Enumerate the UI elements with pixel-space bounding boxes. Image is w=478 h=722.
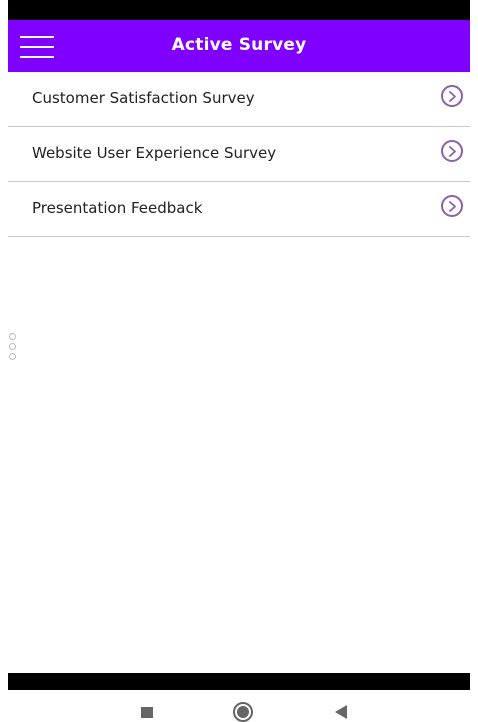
dot-icon xyxy=(9,353,16,360)
app-header: Active Survey xyxy=(8,20,470,72)
chevron-right-circle-icon[interactable] xyxy=(441,140,463,162)
survey-item-customer-satisfaction[interactable]: Customer Satisfaction Survey xyxy=(8,72,470,127)
home-inner-dot xyxy=(237,706,249,718)
survey-item-website-user-experience[interactable]: Website User Experience Survey xyxy=(8,127,470,182)
survey-list: Customer Satisfaction Survey Website Use… xyxy=(8,72,470,237)
bottom-black-bar xyxy=(8,673,470,690)
dot-icon xyxy=(9,343,16,350)
system-nav-bar xyxy=(0,690,478,722)
survey-item-label: Customer Satisfaction Survey xyxy=(32,89,255,107)
survey-item-label: Presentation Feedback xyxy=(32,199,203,217)
square-recents-icon[interactable] xyxy=(141,707,153,718)
page-title: Active Survey xyxy=(171,35,307,55)
side-handle-dots[interactable] xyxy=(9,333,17,363)
app-screen: Active Survey Customer Satisfaction Surv… xyxy=(0,0,478,722)
menu-line xyxy=(20,56,54,58)
circle-home-icon[interactable] xyxy=(233,702,253,722)
survey-item-label: Website User Experience Survey xyxy=(32,144,277,162)
dot-icon xyxy=(9,333,16,340)
chevron-right-circle-icon[interactable] xyxy=(441,195,463,217)
survey-item-presentation-feedback[interactable]: Presentation Feedback xyxy=(8,182,470,237)
status-bar xyxy=(8,0,470,20)
chevron-right-circle-icon[interactable] xyxy=(441,85,463,107)
triangle-back-icon[interactable] xyxy=(335,705,347,719)
